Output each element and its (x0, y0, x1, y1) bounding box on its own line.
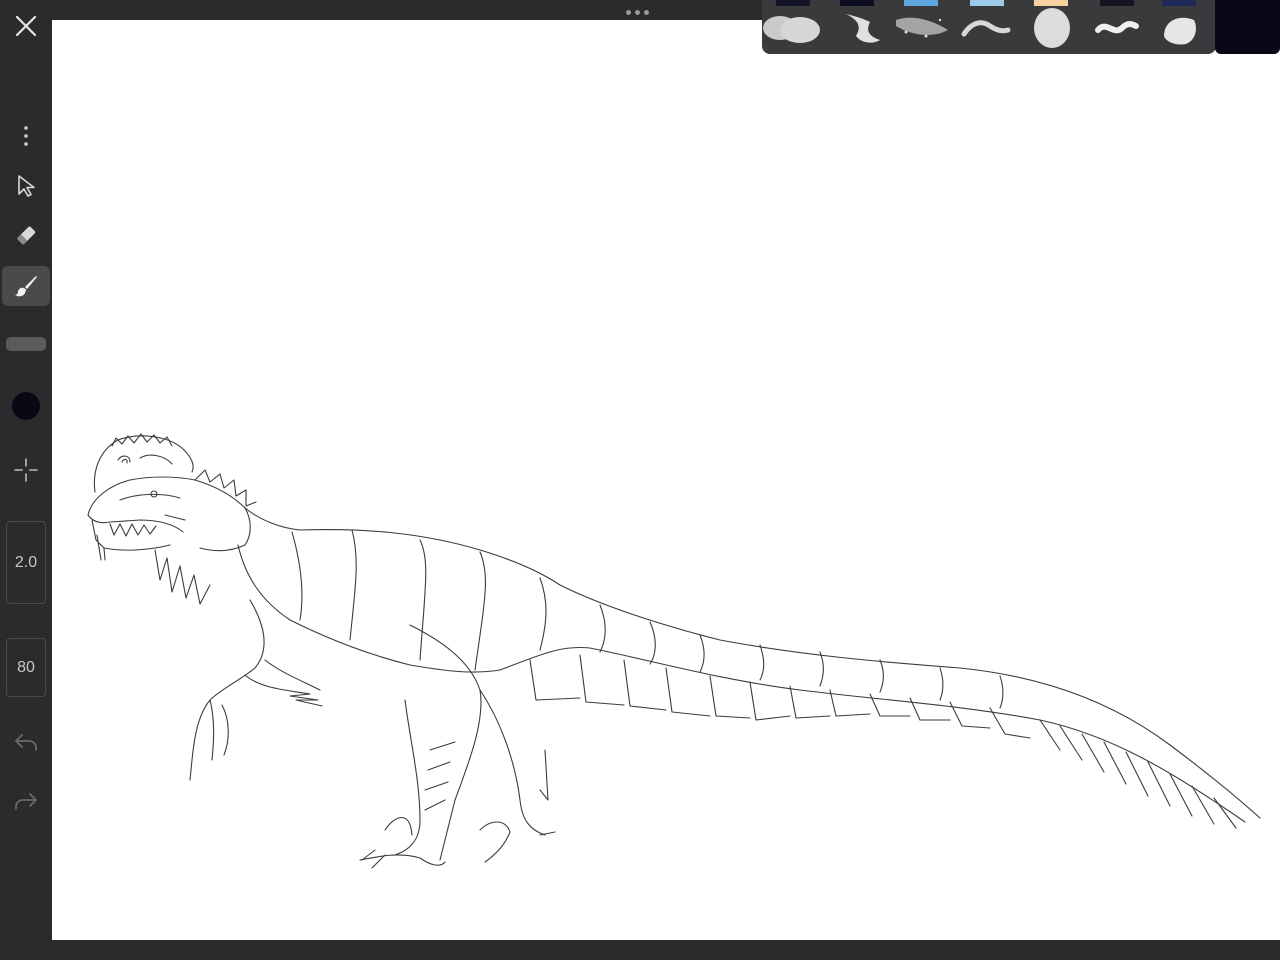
left-toolbar: 2.0 80 (0, 0, 52, 960)
brush-opacity-value[interactable]: 80 (6, 638, 46, 697)
brush-tool-button[interactable] (2, 266, 50, 306)
eraser-icon (13, 222, 39, 248)
fan-brush[interactable] (828, 6, 888, 50)
brush-size-value[interactable]: 2.0 (6, 521, 46, 604)
current-color-swatch[interactable] (12, 392, 40, 420)
drawing-canvas[interactable] (52, 20, 1280, 940)
crosshair-icon (13, 457, 39, 483)
redo-icon (13, 790, 39, 812)
redo-button[interactable] (2, 781, 50, 821)
brush-tray (762, 0, 1216, 54)
more-vertical-icon (23, 125, 29, 147)
soft-airbrush[interactable] (1022, 6, 1082, 50)
brush-icon (13, 273, 39, 299)
dry-ink-brush[interactable] (958, 6, 1018, 50)
bottom-bar (52, 940, 1280, 960)
cloud-brush[interactable] (762, 6, 822, 50)
brush-size-slider[interactable] (6, 337, 46, 351)
drag-handle[interactable] (626, 10, 649, 15)
shell-brush[interactable] (1150, 6, 1210, 50)
more-options-button[interactable] (2, 116, 50, 156)
select-tool-button[interactable] (2, 166, 50, 206)
brush-panel (762, 0, 1280, 54)
current-brush-color[interactable] (1215, 0, 1280, 54)
eraser-tool-button[interactable] (2, 215, 50, 255)
cursor-arrow-icon (15, 174, 37, 198)
splatter-brush[interactable] (892, 6, 952, 50)
symmetry-guide-button[interactable] (2, 450, 50, 490)
ribbon-brush[interactable] (1086, 6, 1146, 50)
close-button[interactable] (2, 6, 50, 46)
dinosaur-line-art (87, 433, 1261, 869)
undo-icon (13, 731, 39, 753)
close-icon (14, 14, 38, 38)
undo-button[interactable] (2, 722, 50, 762)
